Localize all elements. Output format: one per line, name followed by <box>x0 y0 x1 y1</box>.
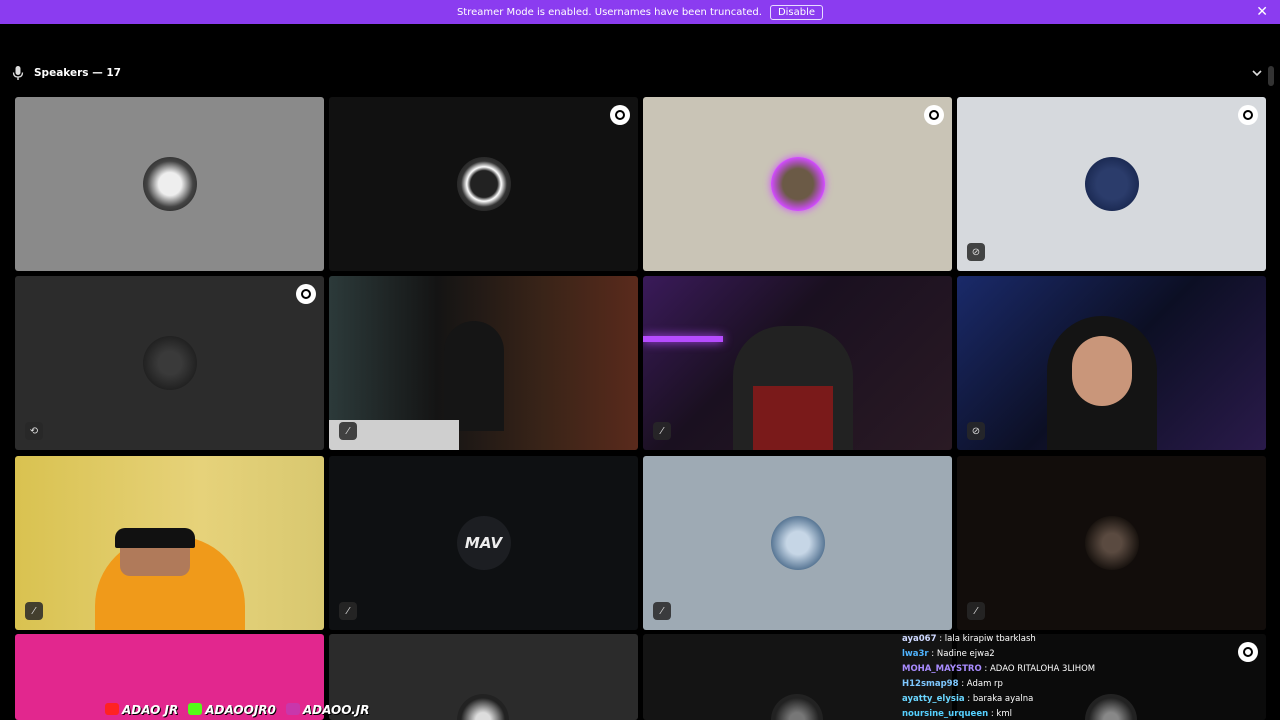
mic-off-icon: ⁄ <box>25 602 43 620</box>
chat-text: baraka ayalna <box>972 694 1034 704</box>
chat-text: Adam rp <box>966 679 1003 689</box>
participant-tile[interactable]: ⁄ <box>643 456 952 630</box>
participant-tile[interactable]: ⁄ <box>957 456 1266 630</box>
banner-message: Streamer Mode is enabled. Usernames have… <box>456 6 762 18</box>
chat-message: H12smap98 : Adam rp <box>902 679 1003 689</box>
chat-username: MOHA_MAYSTRO <box>902 664 982 674</box>
shield-icon <box>1238 642 1258 662</box>
youtube-icon <box>105 703 119 715</box>
social-handle: ADAO JR <box>105 703 178 717</box>
participant-avatar <box>1084 157 1139 211</box>
participant-tile[interactable]: MAV ⁄ <box>329 456 638 630</box>
participant-avatar <box>770 157 825 211</box>
speakers-title: Speakers — 17 <box>34 67 121 79</box>
shield-icon <box>1238 105 1258 125</box>
participant-tile[interactable]: ⟲ <box>15 276 324 450</box>
participant-avatar <box>771 694 823 720</box>
cap <box>115 528 195 548</box>
person-silhouette <box>444 321 504 431</box>
participant-tile[interactable]: ⊘ <box>957 97 1266 271</box>
participant-video-tile[interactable]: ⁄ <box>329 276 638 450</box>
chat-message: lwa3r : Nadine ejwa2 <box>902 649 995 659</box>
social-handles-overlay: ADAO JR ADAOOJR0 ADAOO.JR <box>105 703 369 717</box>
social-handle: ADAOO.JR <box>285 703 369 717</box>
mic-off-icon: ⁄ <box>653 602 671 620</box>
shield-icon <box>924 105 944 125</box>
chat-username: ayatty_elysia <box>902 694 965 704</box>
mic-off-icon: ⁄ <box>967 602 985 620</box>
chat-username: aya067 <box>902 634 937 644</box>
disable-streamer-mode-button[interactable]: Disable <box>769 4 824 20</box>
participant-avatar <box>457 694 509 720</box>
chat-overlay: aya067 : lala kirapiw tbarklash lwa3r : … <box>902 632 1232 720</box>
neon-light <box>643 336 723 342</box>
kick-icon <box>188 703 203 715</box>
mic-off-icon: ⁄ <box>339 602 357 620</box>
participant-tile[interactable] <box>329 634 638 720</box>
chat-username: H12smap98 <box>902 679 959 689</box>
screen-share-icon: ⟲ <box>25 422 43 440</box>
chat-username: lwa3r <box>902 649 929 659</box>
chat-message: noursine_urqueen : kml <box>902 709 1012 719</box>
mav-logo-avatar: MAV <box>456 516 511 570</box>
participant-avatar <box>1084 516 1139 570</box>
microphone-icon <box>12 66 24 80</box>
shield-icon <box>610 105 630 125</box>
person-face <box>1072 336 1132 406</box>
participant-avatar <box>770 516 825 570</box>
jersey <box>753 386 833 450</box>
scrollbar[interactable] <box>1268 66 1274 86</box>
video-off-icon: ⊘ <box>967 422 985 440</box>
participant-avatar <box>142 336 197 390</box>
participant-video-tile[interactable]: ⁄ <box>15 456 324 630</box>
close-banner-icon[interactable]: ✕ <box>1256 4 1268 20</box>
mav-logo-text: MAV <box>464 534 503 552</box>
chat-message: ayatty_elysia : baraka ayalna <box>902 694 1034 704</box>
chat-message: aya067 : lala kirapiw tbarklash <box>902 634 1036 644</box>
participant-tile[interactable] <box>15 97 324 271</box>
video-off-icon: ⊘ <box>967 243 985 261</box>
chat-text: kml <box>996 709 1012 719</box>
chat-text: ADAO RITALOHA 3LIHOM <box>989 664 1096 674</box>
chat-text: lala kirapiw tbarklash <box>944 634 1036 644</box>
participant-avatar <box>142 157 197 211</box>
mic-off-icon: ⁄ <box>339 422 357 440</box>
participant-video-tile[interactable]: ⊘ <box>957 276 1266 450</box>
instagram-icon <box>285 703 300 715</box>
mic-off-icon: ⁄ <box>653 422 671 440</box>
chat-text: Nadine ejwa2 <box>936 649 995 659</box>
chat-username: noursine_urqueen <box>902 709 989 719</box>
participant-tile[interactable] <box>643 97 952 271</box>
chevron-down-icon[interactable] <box>1250 66 1264 80</box>
participant-tile[interactable] <box>329 97 638 271</box>
participant-video-tile[interactable]: ⁄ <box>643 276 952 450</box>
participant-avatar <box>456 157 511 211</box>
social-handle: ADAOOJR0 <box>188 703 276 717</box>
streamer-mode-banner: Streamer Mode is enabled. Usernames have… <box>0 0 1280 24</box>
shield-icon <box>296 284 316 304</box>
speakers-header: Speakers — 17 <box>12 64 121 82</box>
chat-message: MOHA_MAYSTRO : ADAO RITALOHA 3LIHOM <box>902 664 1096 674</box>
